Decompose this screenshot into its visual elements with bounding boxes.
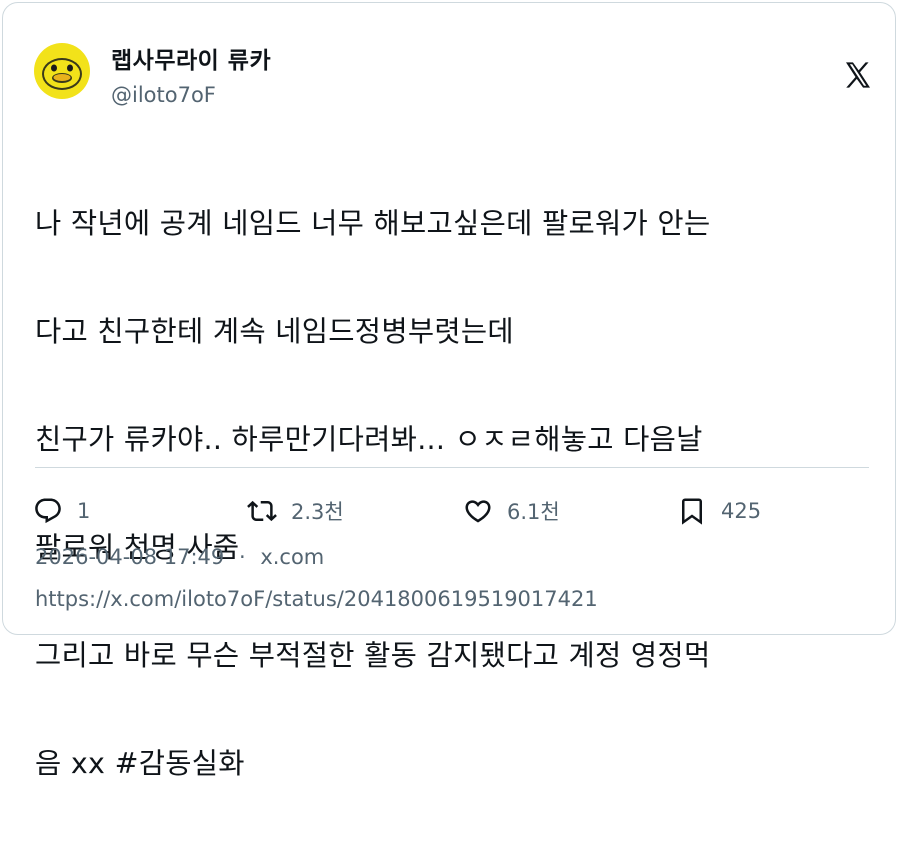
- tweet-meta: 2026-04-08 17:49 · x.com: [35, 545, 324, 569]
- tweet-line: 다고 친구한테 계속 네임드정병부렷는데: [35, 315, 514, 348]
- x-logo-icon[interactable]: [841, 59, 875, 91]
- meta-separator: ·: [238, 545, 246, 569]
- reply-icon: [35, 498, 61, 524]
- avatar[interactable]: [34, 43, 90, 99]
- tweet-line: 나 작년에 공계 네임드 너무 해보고싶은데 팔로워가 안는: [35, 207, 711, 240]
- retweet-icon: [247, 500, 277, 522]
- bookmark-count: 425: [721, 499, 762, 523]
- like-count: 6.1천: [507, 500, 560, 524]
- display-name[interactable]: 랩사무라이 류카: [111, 41, 271, 75]
- timestamp[interactable]: 2026-04-08 17:49: [35, 545, 224, 569]
- status-url[interactable]: https://x.com/iloto7oF/status/2041800619…: [35, 587, 598, 611]
- tweet-line: 그리고 바로 무슨 부적절한 활동 감지됐다고 계정 영정먹: [35, 639, 711, 672]
- heart-icon: [465, 500, 491, 523]
- bookmark-icon: [682, 498, 702, 525]
- tweet-line: 친구가 류카야.. 하루만기다려봐... ㅇㅈㄹ해놓고 다음날: [35, 423, 703, 456]
- source-link[interactable]: x.com: [260, 545, 324, 569]
- like-button[interactable]: 6.1천: [463, 491, 560, 531]
- reply-button[interactable]: 1: [33, 491, 90, 531]
- reply-count: 1: [77, 499, 91, 523]
- divider: [35, 467, 869, 468]
- user-handle[interactable]: @iloto7oF: [111, 83, 216, 107]
- bookmark-button[interactable]: 425: [677, 491, 761, 531]
- duck-avatar-icon: [34, 43, 90, 99]
- retweet-button[interactable]: 2.3천: [247, 491, 344, 531]
- tweet-line: 음 xx #감동실화: [35, 747, 245, 780]
- tweet-card: 랩사무라이 류카 @iloto7oF 나 작년에 공계 네임드 너무 해보고싶은…: [2, 2, 896, 780]
- retweet-count: 2.3천: [291, 500, 344, 524]
